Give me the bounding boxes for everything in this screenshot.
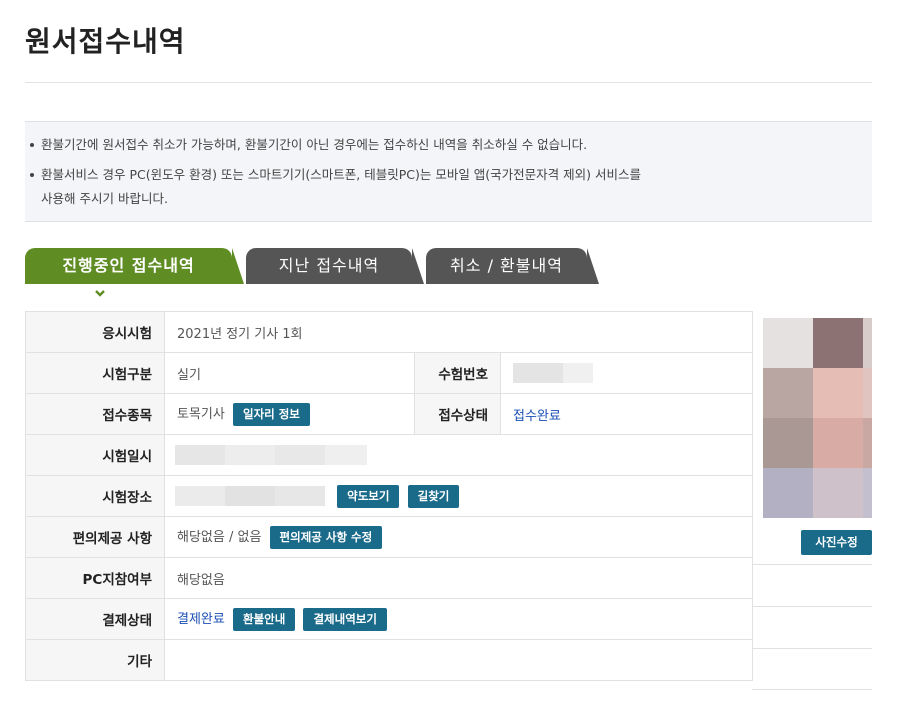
label-field: 접수종목	[25, 393, 165, 435]
redacted-block	[275, 486, 325, 506]
table-row: 편의제공 사항 해당없음 / 없음 편의제공 사항 수정	[25, 516, 753, 558]
value-category: 실기	[164, 352, 415, 394]
redacted-block	[513, 363, 563, 383]
application-table: 응시시험 2021년 정기 기사 1회 시험구분 실기 수험번호 접수종목 토목…	[25, 311, 753, 681]
value-exam: 2021년 정기 기사 1회	[164, 311, 753, 353]
directions-button[interactable]: 길찾기	[407, 484, 460, 508]
value-date	[164, 434, 753, 476]
label-exam-number: 수험번호	[414, 352, 501, 394]
redacted-block	[175, 486, 225, 506]
label-place: 시험장소	[25, 475, 165, 517]
tab-cancel-refund[interactable]: 취소 / 환불내역	[426, 248, 587, 284]
label-convenience: 편의제공 사항	[25, 516, 165, 558]
value-convenience: 해당없음 / 없음 편의제공 사항 수정	[164, 516, 753, 558]
label-payment: 결제상태	[25, 598, 165, 640]
table-row: 시험장소 약도보기 길찾기	[25, 475, 753, 517]
value-payment: 결제완료 환불안내 결제내역보기	[164, 598, 753, 640]
label-pc: PC지참여부	[25, 557, 165, 599]
payment-history-button[interactable]: 결제내역보기	[303, 607, 387, 631]
notice-item-2: 환불서비스 경우 PC(윈도우 환경) 또는 스마트기기(스마트폰, 테블릿PC…	[25, 164, 641, 183]
table-row: PC지참여부 해당없음	[25, 557, 753, 599]
value-place: 약도보기 길찾기	[164, 475, 753, 517]
job-info-button[interactable]: 일자리 정보	[232, 402, 310, 426]
value-etc	[164, 639, 753, 681]
value-exam-number	[500, 352, 753, 394]
chevron-down-icon	[95, 290, 105, 297]
title-divider	[25, 82, 872, 83]
tab-past[interactable]: 지난 접수내역	[246, 248, 412, 284]
value-field: 토목기사 일자리 정보	[164, 393, 415, 435]
redacted-block	[175, 445, 225, 465]
notice-item-1: 환불기간에 원서접수 취소가 가능하며, 환불기간이 아닌 경우에는 접수하신 …	[25, 134, 587, 153]
applicant-photo	[763, 318, 872, 518]
notice-box: 환불기간에 원서접수 취소가 가능하며, 환불기간이 아닌 경우에는 접수하신 …	[25, 121, 872, 222]
label-etc: 기타	[25, 639, 165, 681]
map-button[interactable]: 약도보기	[337, 484, 400, 508]
label-status: 접수상태	[414, 393, 501, 435]
redacted-block	[325, 445, 367, 465]
notice-item-2-cont: 사용해 주시기 바랍니다.	[41, 191, 168, 206]
table-row: 시험구분 실기 수험번호	[25, 352, 753, 394]
edit-convenience-button[interactable]: 편의제공 사항 수정	[269, 525, 383, 549]
table-row: 응시시험 2021년 정기 기사 1회	[25, 311, 753, 353]
bullet-icon	[30, 142, 34, 147]
redacted-block	[225, 445, 275, 465]
value-pc: 해당없음	[164, 557, 753, 599]
redacted-block	[563, 363, 593, 383]
tab-in-progress[interactable]: 진행중인 접수내역	[25, 248, 232, 284]
label-date: 시험일시	[25, 434, 165, 476]
redacted-block	[275, 445, 325, 465]
value-status: 접수완료	[500, 393, 753, 435]
page-title: 원서접수내역	[25, 25, 186, 58]
table-row: 시험일시	[25, 434, 753, 476]
table-row: 기타	[25, 639, 753, 681]
table-row: 접수종목 토목기사 일자리 정보 접수상태 접수완료	[25, 393, 753, 435]
edit-photo-button[interactable]: 사진수정	[801, 530, 872, 555]
label-exam: 응시시험	[25, 311, 165, 353]
redacted-block	[225, 486, 275, 506]
table-row: 결제상태 결제완료 환불안내 결제내역보기	[25, 598, 753, 640]
bullet-icon	[30, 172, 34, 177]
label-category: 시험구분	[25, 352, 165, 394]
refund-info-button[interactable]: 환불안내	[232, 607, 296, 631]
